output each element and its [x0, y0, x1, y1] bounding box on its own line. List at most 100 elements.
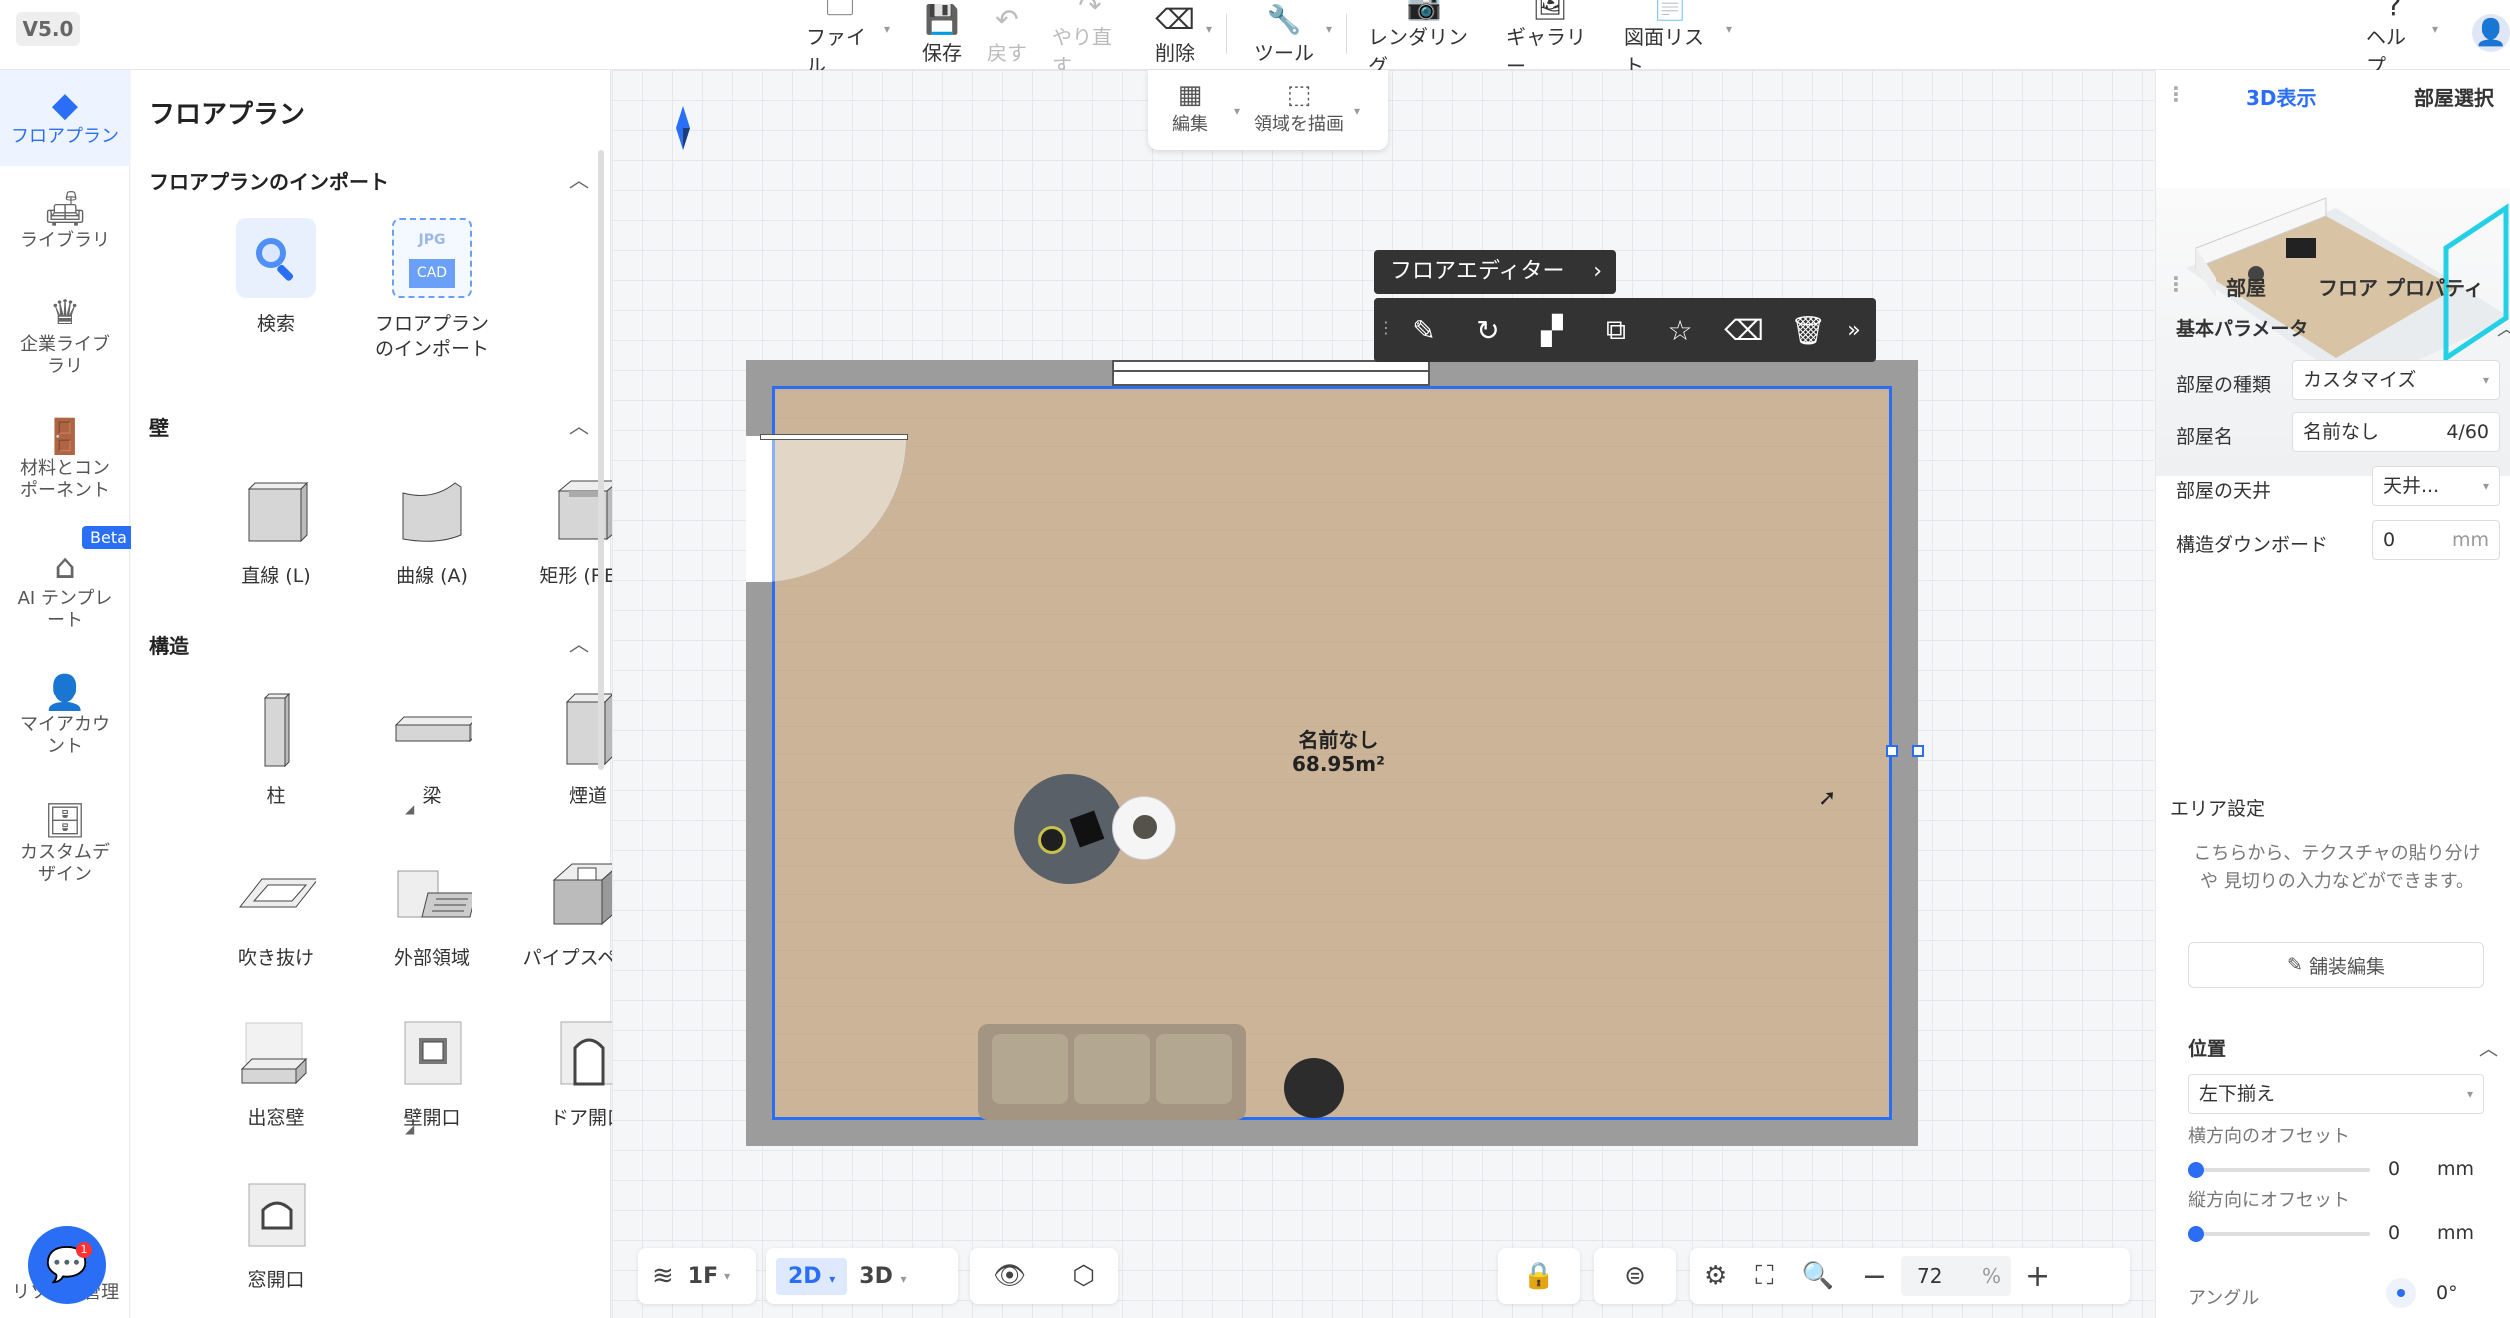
angle-dial[interactable]	[2386, 1278, 2416, 1308]
view-settings-icon[interactable]: ⚙	[1690, 1261, 1741, 1291]
section-header-structure[interactable]: 構造 ︿	[149, 630, 589, 659]
room-type-select[interactable]: カスタマイズ ▾	[2292, 360, 2500, 400]
sidebar-item-label: 材料とコンポーネント	[20, 458, 110, 501]
tab-3d-view[interactable]: 3D表示	[2246, 82, 2317, 111]
sidebar-item-my-account[interactable]: 👤 マイアカウント	[0, 672, 130, 758]
toggle-settings-button[interactable]: ⊜	[1594, 1248, 1676, 1304]
v-offset-slider[interactable]	[2188, 1226, 2370, 1242]
potted-plant[interactable]	[1284, 1058, 1344, 1118]
sofa[interactable]	[978, 1024, 1246, 1120]
draw-area-button[interactable]: ⬚ 領域を描画	[1254, 80, 1344, 136]
view-3d-button[interactable]: 3D ▾	[847, 1258, 918, 1295]
round-table[interactable]	[1014, 774, 1124, 884]
room-label[interactable]: 名前なし 68.95m²	[1292, 728, 1385, 776]
zoom-out-icon[interactable]: −	[1848, 1259, 1901, 1294]
lock-button[interactable]: 🔒	[1498, 1248, 1580, 1304]
sidebar-item-ai-template[interactable]: ⌂ AI テンプレート	[0, 546, 130, 632]
slider-knob[interactable]	[2188, 1162, 2204, 1178]
v-offset-label: 縦方向にオフセット	[2188, 1190, 2350, 1211]
drag-handle-icon[interactable]: ⋮	[2166, 272, 2186, 296]
basic-params-header[interactable]: 基本パラメータ ︿	[2176, 314, 2510, 341]
copy-button[interactable]: ⧉	[1584, 298, 1648, 362]
render-button[interactable]: 📷 レンダリング	[1368, 0, 1480, 78]
room-name-value: 名前なし	[2303, 421, 2380, 443]
more-button[interactable]: »	[1832, 298, 1876, 362]
section-header-wall[interactable]: 壁 ︿	[149, 412, 589, 441]
v-offset-input[interactable]: 0 mm	[2378, 1214, 2484, 1254]
zoom-in-icon[interactable]: +	[2011, 1259, 2064, 1294]
sidebar-item-library[interactable]: 🛋 ライブラリ	[0, 188, 130, 252]
group-button[interactable]: ▞	[1520, 298, 1584, 362]
slider-knob[interactable]	[2188, 1226, 2204, 1242]
wall-straight-item[interactable]: 直線 (L)	[201, 470, 351, 589]
structure-void-item[interactable]: 吹き抜け	[201, 852, 351, 971]
avatar[interactable]: 👤	[2472, 14, 2510, 52]
sidebar-item-materials[interactable]: 🚪 材料とコンポーネント	[0, 416, 130, 502]
structure-column-item[interactable]: 柱	[201, 690, 351, 809]
search-floorplan-item[interactable]: 検索	[201, 218, 351, 337]
save-button[interactable]: 💾 保存	[918, 0, 966, 70]
gallery-button[interactable]: 🖼 ギャラリー	[1506, 0, 1594, 78]
drawings-list-button[interactable]: 📄 図面リスト ▾	[1624, 0, 1732, 78]
zoom-input[interactable]: 72 %	[1901, 1256, 2012, 1296]
room-name-input[interactable]: 名前なし 4/60	[2292, 412, 2500, 452]
fruit-bowl	[1038, 826, 1066, 854]
file-menu-button[interactable]: 🗀 ファイル ▾	[806, 0, 890, 78]
chevron-down-icon: ▾	[829, 1271, 836, 1286]
chevron-down-icon: ▾	[2431, 22, 2438, 36]
ceiling-select[interactable]: 天井... ▾	[2372, 466, 2500, 506]
redo-button[interactable]: ↷ やり直す	[1052, 0, 1128, 78]
door[interactable]	[760, 434, 908, 440]
pave-edit-button[interactable]: ✎ 舗装編集	[2188, 942, 2484, 988]
view-tabs: ⋮ 3D表示 部屋選択	[2156, 70, 2510, 116]
h-offset-input[interactable]: 0 mm	[2378, 1150, 2484, 1190]
h-offset-slider[interactable]	[2188, 1162, 2370, 1178]
floor-selector[interactable]: ≋ 1F ▾	[638, 1248, 756, 1304]
chat-button[interactable]: 💬 1	[28, 1226, 106, 1304]
drag-handle-icon[interactable]: ⋮	[2166, 82, 2186, 106]
fit-screen-icon[interactable]: ⛶	[1741, 1261, 1787, 1292]
sidebar-item-floorplan[interactable]: ◆ フロアプラン	[0, 70, 130, 166]
resize-handle[interactable]	[1912, 745, 1924, 757]
zoom-search-icon[interactable]: 🔍	[1788, 1261, 1848, 1291]
trash-button[interactable]: 🗑	[1776, 298, 1840, 362]
angle-value[interactable]: 0°	[2436, 1282, 2458, 1304]
view-2d-button[interactable]: 2D ▾	[776, 1257, 848, 1295]
section-header-import[interactable]: フロアプランのインポート ︿	[149, 166, 589, 195]
position-header[interactable]: 位置 ︿	[2188, 1034, 2498, 1061]
edit-button[interactable]: ▦ 編集	[1172, 80, 1208, 136]
chevron-up-icon: ︿	[2497, 314, 2510, 341]
resize-handle[interactable]	[1886, 745, 1898, 757]
save-label: 保存	[922, 40, 962, 65]
alignment-select[interactable]: 左下揃え ▾	[2188, 1074, 2484, 1114]
sidebar-item-custom-design[interactable]: 🗄 カスタムデザイン	[0, 800, 130, 886]
tab-floor-properties[interactable]: フロア プロパティ	[2318, 272, 2484, 301]
sidebar-item-enterprise-library[interactable]: ♛ 企業ライブラリ	[0, 292, 130, 378]
mouse-cursor-icon: ➚	[1818, 786, 1837, 811]
pencil-button[interactable]: ✎	[1392, 298, 1456, 362]
favorite-button[interactable]: ☆	[1648, 298, 1712, 362]
eye-icon[interactable]: 👁	[979, 1261, 1040, 1291]
rotate-button[interactable]: ↻	[1456, 298, 1520, 362]
delete-button[interactable]: ⌫ 削除 ▾	[1154, 0, 1212, 70]
structure-bay-window-item[interactable]: 出窓壁	[201, 1012, 351, 1131]
tools-button[interactable]: 🔧 ツール ▾	[1252, 0, 1332, 70]
cube-icon[interactable]: ⬡	[1058, 1261, 1109, 1291]
wall-curve-item[interactable]: 曲線 (A)	[357, 470, 507, 589]
scrollbar[interactable]	[598, 150, 604, 770]
tab-room-select[interactable]: 部屋選択	[2414, 82, 2494, 111]
window[interactable]	[1112, 360, 1430, 386]
erase-button[interactable]: ⌫	[1712, 298, 1776, 362]
floor-editor-button[interactable]: フロアエディター ›	[1374, 250, 1616, 294]
import-floorplan-item[interactable]: JPG CAD フロアプランのインポート	[357, 218, 507, 362]
downboard-input[interactable]: 0 mm	[2372, 520, 2500, 560]
side-table[interactable]	[1112, 796, 1176, 860]
undo-button[interactable]: ↶ 戻す	[984, 0, 1030, 70]
structure-window-opening-item[interactable]: 窓開口	[201, 1174, 351, 1293]
structure-exterior-item[interactable]: 外部領域	[357, 852, 507, 971]
chevron-up-icon: ︿	[569, 414, 589, 438]
tab-room[interactable]: 部屋	[2226, 272, 2266, 301]
help-button[interactable]: ? ヘルプ ▾	[2366, 0, 2438, 78]
structure-wall-opening-item[interactable]: 壁開口	[357, 1012, 507, 1131]
structure-beam-item[interactable]: 梁	[357, 690, 507, 809]
